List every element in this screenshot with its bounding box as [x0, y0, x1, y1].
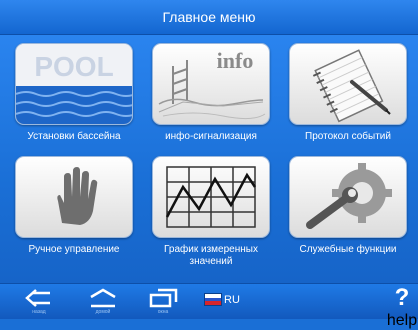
notebook-pen-icon: [289, 43, 407, 125]
back-arrow-icon: [25, 289, 50, 307]
tile-label: Ручное управление: [28, 244, 120, 255]
pool-image-text: POOL: [34, 51, 113, 82]
bottom-bar: назад домой окна RU ? help: [0, 283, 418, 329]
gear-wrench-icon: [289, 156, 407, 238]
chart-grid-icon: [152, 156, 270, 238]
tile-label: Служебные функции: [299, 244, 397, 255]
page-title: Главное меню: [162, 9, 256, 25]
tile-manual-control[interactable]: Ручное управление: [14, 156, 134, 270]
tile-info-alarm[interactable]: info инфо-сигнализация: [151, 43, 271, 157]
windows-caption: окна: [157, 309, 169, 315]
pool-icon: POOL: [15, 43, 133, 125]
help-button[interactable]: ? help: [387, 284, 417, 329]
tile-label: График измеренных значений: [164, 244, 258, 267]
tile-service-functions[interactable]: Служебные функции: [288, 156, 408, 270]
language-selector[interactable]: RU: [204, 293, 240, 306]
title-bar: Главное меню: [0, 0, 418, 35]
tile-pool-settings[interactable]: POOL Установки бассейна: [14, 43, 134, 157]
menu-grid: POOL Установки бассейна info инфо-сигнал…: [0, 35, 418, 283]
windows-button[interactable]: окна: [138, 287, 188, 317]
hand-icon: [15, 156, 133, 238]
tile-label: Протокол событий: [305, 131, 391, 142]
back-button[interactable]: назад: [14, 287, 64, 317]
help-caption: help: [386, 312, 418, 329]
info-ladder-icon: info: [152, 43, 270, 125]
home-icon: [90, 288, 116, 308]
tile-measured-values-chart[interactable]: График измеренных значений: [151, 156, 271, 270]
windows-icon: [149, 288, 178, 308]
tile-event-log[interactable]: Протокол событий: [288, 43, 408, 157]
help-icon: ?: [394, 284, 410, 311]
russian-flag-icon: [204, 293, 222, 306]
tile-label: инфо-сигнализация: [165, 131, 257, 142]
language-code: RU: [224, 293, 240, 306]
tile-label: Установки бассейна: [27, 131, 121, 142]
home-button[interactable]: домой: [78, 287, 128, 317]
info-image-text: info: [217, 48, 254, 73]
back-caption: назад: [32, 309, 46, 315]
home-caption: домой: [95, 309, 111, 315]
